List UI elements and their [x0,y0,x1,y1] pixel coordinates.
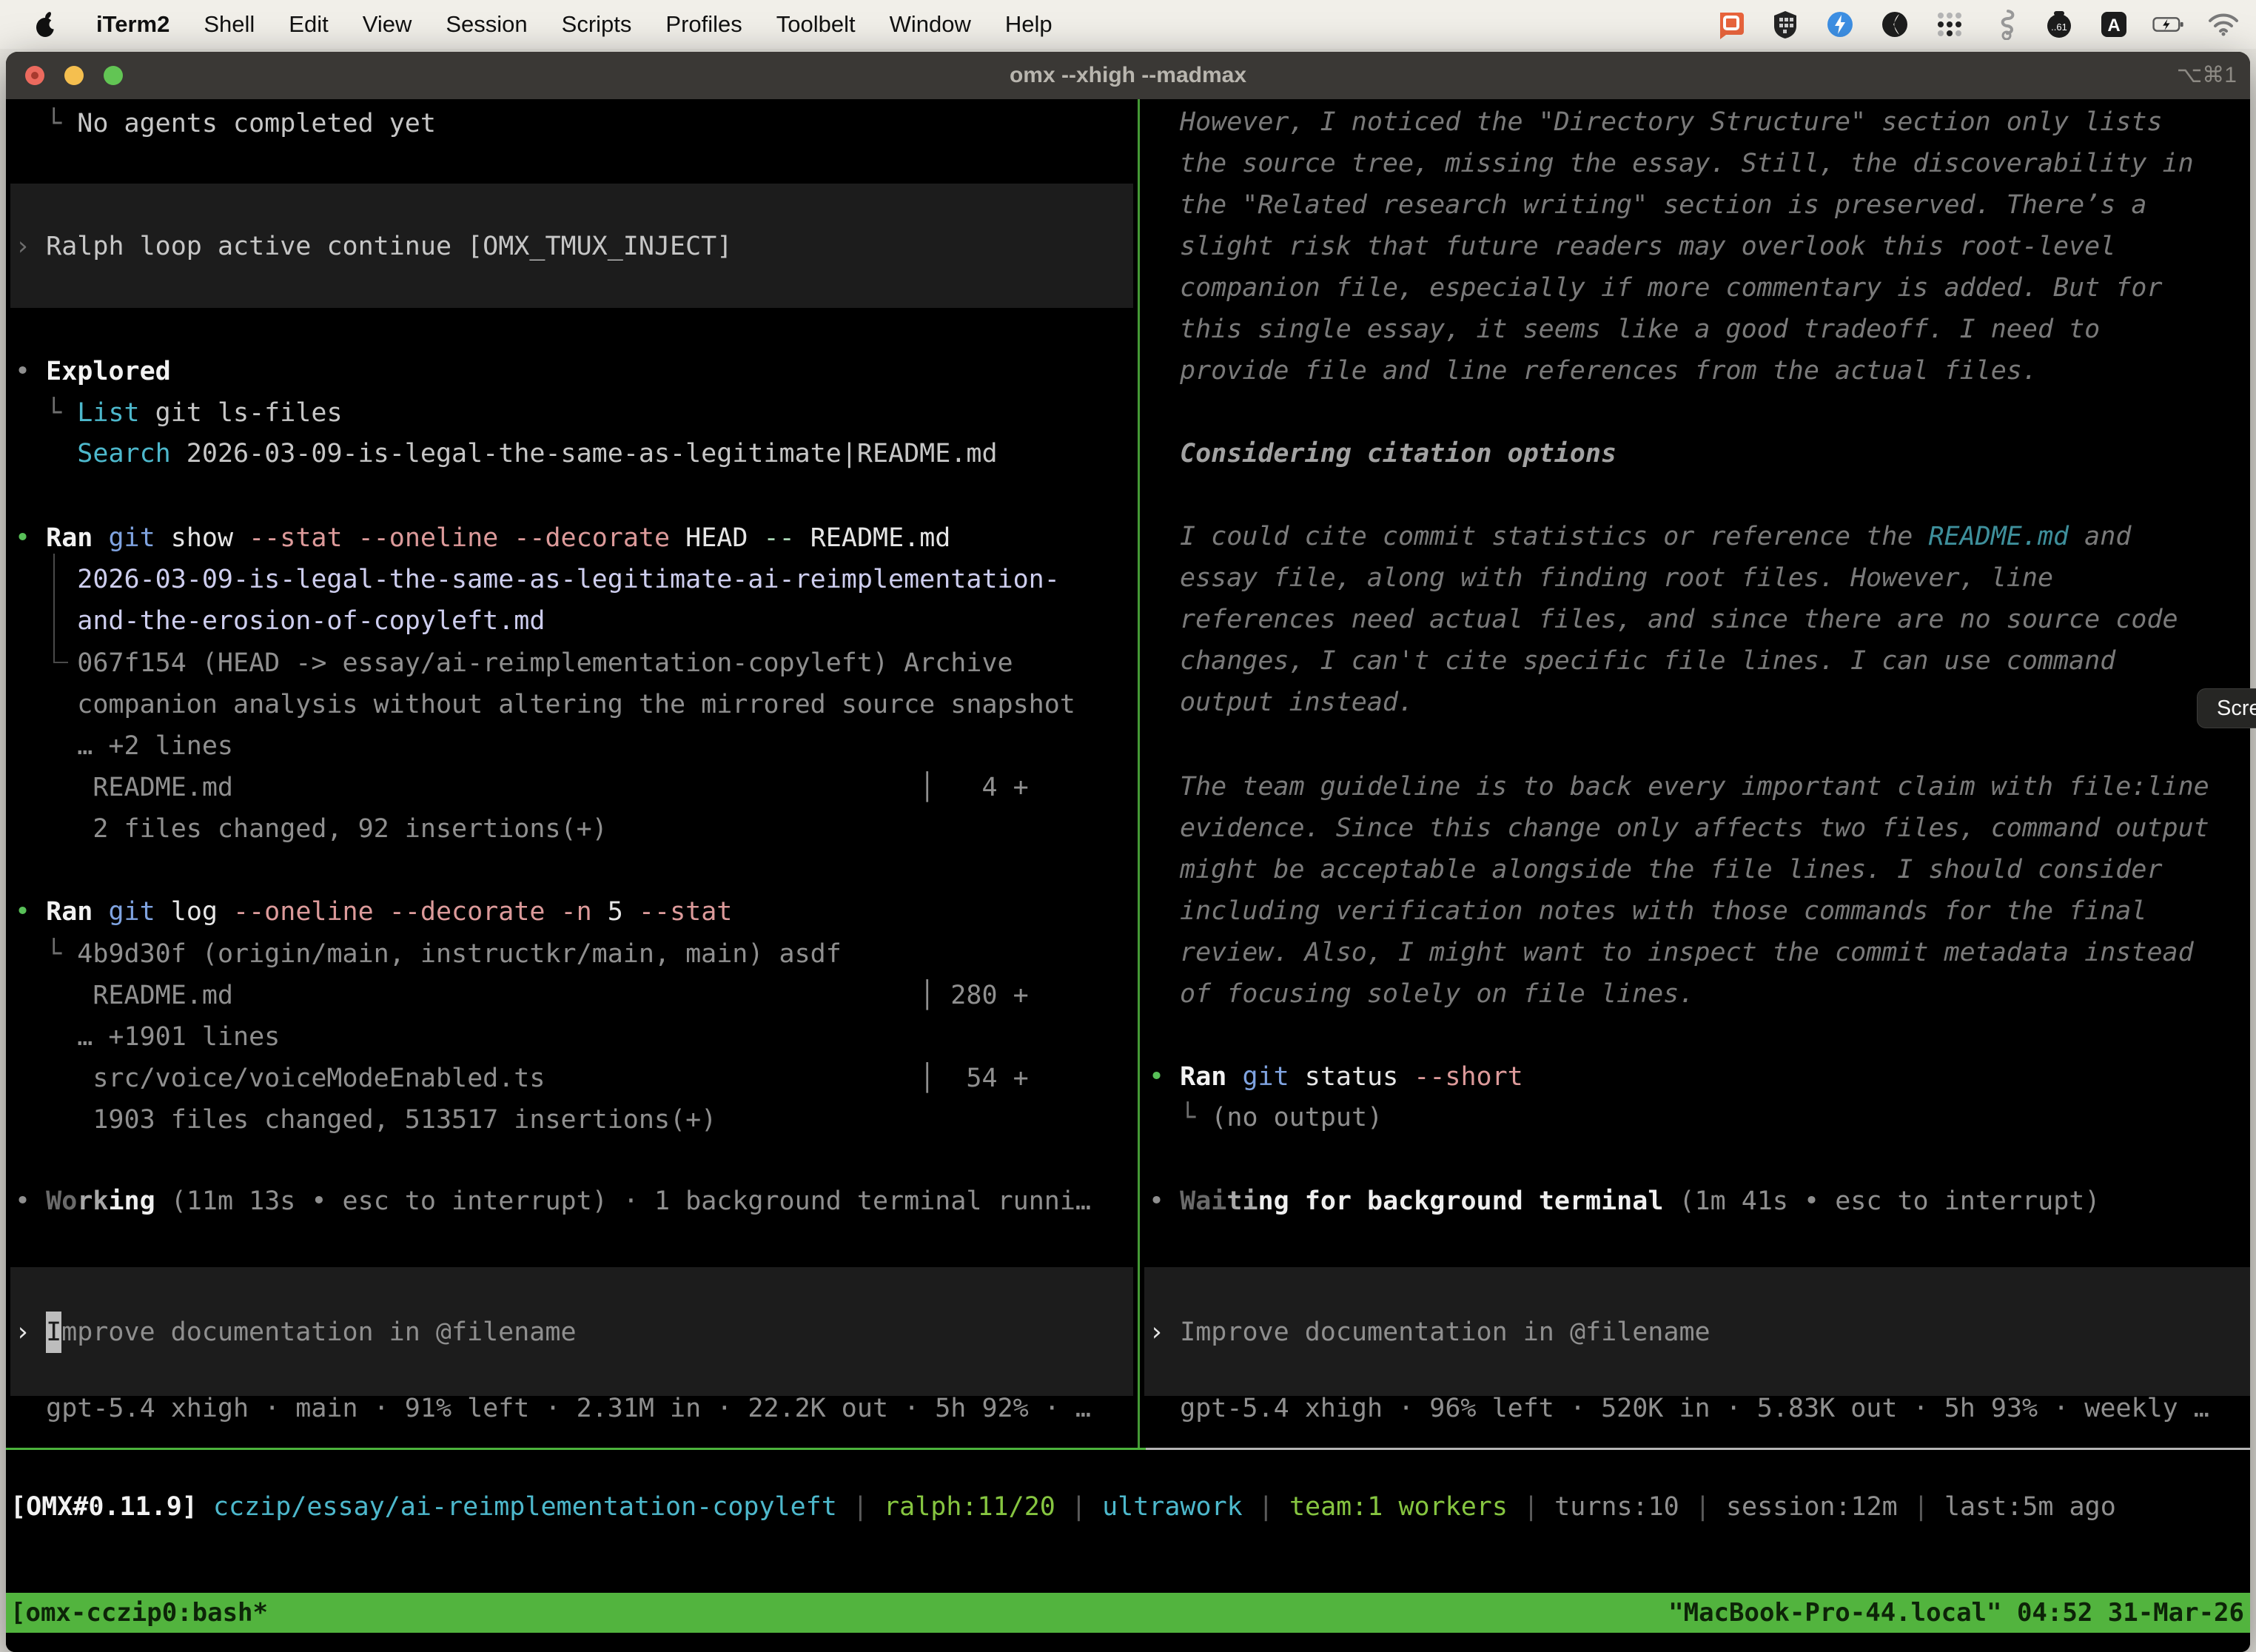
right-paragraph-2-rest: essay file, along with finding root file… [1180,557,2178,723]
menu-item-scripts[interactable]: Scripts [562,11,632,38]
line-log-more: … +1901 lines [15,1016,280,1058]
line-ran-git-log: • Ran git log --oneline --decorate -n 5 … [15,891,732,933]
a-key-icon[interactable]: A [2098,8,2130,41]
left-prompt-text[interactable]: › Improve documentation in @filename [15,1312,577,1353]
line-no-agents: └ No agents completed yet [15,103,436,144]
tmux-host-clock: "MacBook-Pro-44.local" 04:52 31-Mar-26 [1668,1593,2244,1633]
a-key-text: A [2107,16,2120,36]
screenshot-notification-chip[interactable]: Scre [2197,688,2256,728]
menu-item-session[interactable]: Session [446,11,527,38]
line-explored: • Explored [15,351,171,392]
line-log-stat-readme: README.md │ 280 + [15,975,1029,1016]
blue-badge-icon[interactable] [1824,8,1856,41]
pane-divider[interactable] [1138,99,1140,1450]
line-search: Search 2026-03-09-is-legal-the-same-as-l… [15,433,998,474]
right-heading-citation: Considering citation options [1180,433,1617,474]
window-title: omx --xhigh --madmax [6,52,2250,99]
line-log-summary: 1903 files changed, 513517 insertions(+) [15,1099,716,1141]
right-session-status: gpt-5.4 xhigh · 96% left · 520K in · 5.8… [1149,1388,2209,1429]
pane-border-active [6,1448,1146,1450]
line-show-commit: 067f154 (HEAD -> essay/ai-reimplementati… [15,642,1013,684]
menu-item-view[interactable]: View [363,11,412,38]
chat-orange-icon[interactable] [1714,8,1747,41]
menu-bar-status-icons: ..61 A [1714,8,2256,41]
left-session-status: gpt-5.4 xhigh · main · 91% left · 2.31M … [15,1388,1091,1429]
line-show-filename-2: and-the-erosion-of-copyleft.md [15,600,545,642]
line-ran-git-show: • Ran git show --stat --oneline --decora… [15,517,950,559]
line-show-commit-cont: companion analysis without altering the … [15,684,1075,725]
tmux-status-bar: [omx-cczip0:bash* "MacBook-Pro-44.local"… [6,1593,2250,1633]
timer-61-badge[interactable]: ..61 [2043,8,2075,41]
right-prompt-text[interactable]: › Improve documentation in @filename [1149,1312,1711,1353]
line-show-more: … +2 lines [15,725,233,767]
left-working-status: • Working (11m 13s • esc to interrupt) ·… [15,1181,1091,1222]
tmux-session-label: [omx-cczip0:bash* [10,1593,268,1633]
line-log-commit: └ 4b9d30f (origin/main, instructkr/main,… [15,933,842,975]
line-show-summary: 2 files changed, 92 insertions(+) [15,808,608,850]
apple-menu-icon[interactable] [30,8,62,41]
menu-item-edit[interactable]: Edit [289,11,328,38]
right-paragraph-3: The team guideline is to back every impo… [1180,766,2209,1015]
menu-item-profiles[interactable]: Profiles [665,11,742,38]
shield-grid-icon[interactable] [1769,8,1802,41]
menu-item-help[interactable]: Help [1005,11,1053,38]
right-paragraph-1: However, I noticed the "Directory Struct… [1180,101,2194,392]
screen: iTerm2 Shell Edit View Session Scripts P… [0,0,2256,1652]
line-show-filename-1: 2026-03-09-is-legal-the-same-as-legitima… [15,559,1060,600]
window-shortcut-badge: ⌥⌘1 [2177,52,2237,99]
line-no-output: └ (no output) [1149,1097,1383,1138]
window-title-bar: omx --xhigh --madmax ⌥⌘1 [6,52,2250,99]
dark-disc-icon[interactable] [1879,8,1911,41]
omx-status-line: [OMX#0.11.9] cczip/essay/ai-reimplementa… [10,1486,2116,1528]
terminal-content: └ No agents completed yet › Ralph loop a… [6,99,2250,1652]
line-list-git-ls-files: └ List git ls-files [15,392,343,434]
macos-menu-bar: iTerm2 Shell Edit View Session Scripts P… [0,0,2256,49]
line-show-stat-readme: README.md │ 4 + [15,767,1029,808]
dots-grid-icon[interactable] [1933,8,1966,41]
line-log-stat-voice: src/voice/voiceModeEnabled.ts │ 54 + [15,1058,1029,1099]
right-paragraph-2-line-1: I could cite commit statistics or refere… [1180,516,2131,557]
timer-badge-text: ..61 [2051,21,2067,33]
squiggle-icon[interactable] [1988,8,2021,41]
menu-item-toolbelt[interactable]: Toolbelt [776,11,856,38]
menu-item-window[interactable]: Window [890,11,971,38]
menu-bar-left: iTerm2 Shell Edit View Session Scripts P… [0,8,1053,41]
pane-border-inactive [1146,1448,2250,1450]
right-waiting-status: • Waiting for background terminal (1m 41… [1149,1181,2100,1222]
line-ralph-loop: › Ralph loop active continue [OMX_TMUX_I… [15,226,732,267]
menu-item-app[interactable]: iTerm2 [96,11,169,38]
wifi-icon[interactable] [2207,8,2240,41]
line-ran-git-status: • Ran git status --short [1149,1056,1523,1098]
menu-item-shell[interactable]: Shell [204,11,255,38]
iterm-window: omx --xhigh --madmax ⌥⌘1 └ No agents com… [6,52,2250,1652]
battery-charging-icon[interactable] [2152,8,2185,41]
